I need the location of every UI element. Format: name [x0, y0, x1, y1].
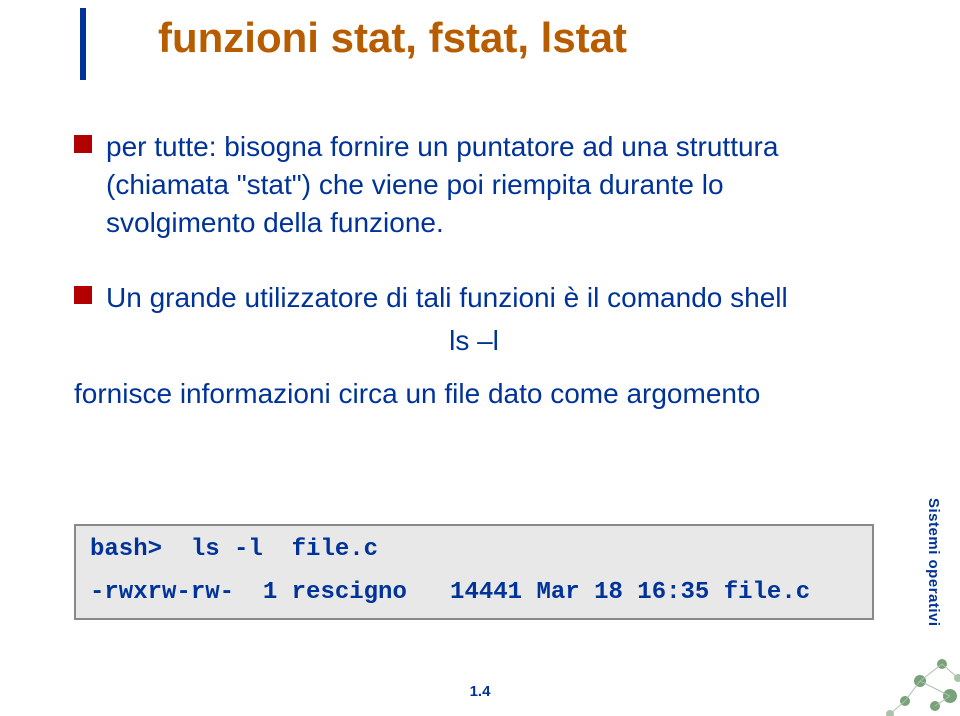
- content-area: per tutte: bisogna fornire un puntatore …: [74, 128, 874, 413]
- bullet-item-2: Un grande utilizzatore di tali funzioni …: [74, 279, 874, 317]
- code-block: bash> ls -l file.c -rwxrw-rw- 1 rescigno…: [74, 524, 874, 620]
- bullet-text-2: Un grande utilizzatore di tali funzioni …: [106, 279, 788, 317]
- tail-text: fornisce informazioni circa un file dato…: [74, 375, 874, 413]
- bullet-text-1: per tutte: bisogna fornire un puntatore …: [106, 128, 874, 241]
- bullet-square-icon: [74, 286, 92, 304]
- title-accent-bar: [80, 8, 86, 80]
- bullet-item-1: per tutte: bisogna fornire un puntatore …: [74, 128, 874, 241]
- code-line-2: -rwxrw-rw- 1 rescigno 14441 Mar 18 16:35…: [90, 579, 858, 606]
- page-number: 1.4: [0, 683, 960, 700]
- slide: funzioni stat, fstat, lstat per tutte: b…: [0, 0, 960, 716]
- bullet-square-icon: [74, 135, 92, 153]
- slide-title: funzioni stat, fstat, lstat: [158, 14, 627, 62]
- side-label: Sistemi operativi: [925, 498, 942, 627]
- code-line-1: bash> ls -l file.c: [90, 536, 858, 563]
- command-center: ls –l: [74, 325, 874, 357]
